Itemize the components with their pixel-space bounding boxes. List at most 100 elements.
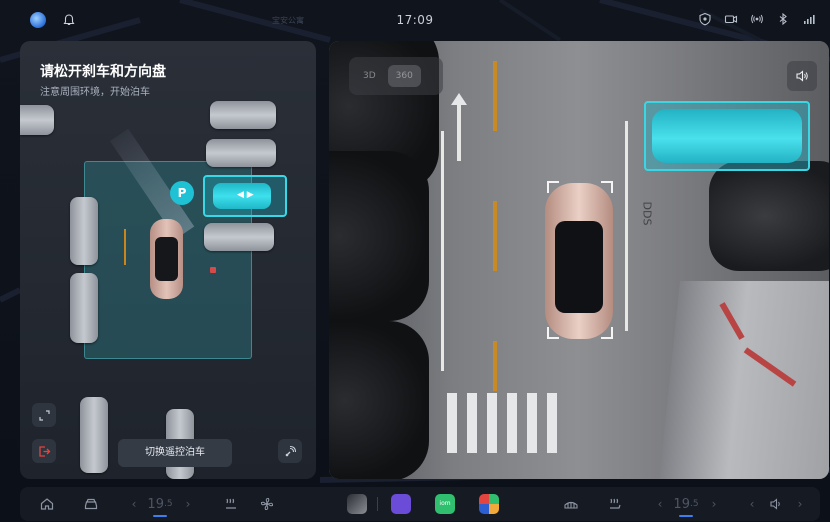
ego-frame-corner — [547, 181, 559, 193]
camera-parked-car — [709, 161, 829, 271]
switch-remote-parking-button[interactable]: 切换遥控泊车 — [118, 439, 232, 467]
parked-car — [20, 105, 54, 135]
ego-frame-corner — [601, 181, 613, 193]
speaker-icon — [770, 498, 780, 510]
right-temp-increase[interactable]: › — [704, 487, 724, 521]
expand-view-button[interactable] — [32, 403, 56, 427]
camera-parked-car — [329, 151, 429, 321]
left-temp-decrease[interactable]: ‹ — [124, 487, 144, 521]
seat-heat-icon — [610, 498, 621, 509]
parked-car — [204, 223, 274, 251]
chevron-left-icon: ‹ — [657, 497, 663, 511]
cellular-signal-icon — [804, 15, 815, 24]
defrost-icon — [564, 501, 578, 509]
app-grid[interactable] — [476, 487, 502, 521]
camera-parked-car — [329, 321, 429, 479]
yellow-lane-line — [493, 201, 497, 271]
status-right — [698, 12, 816, 26]
ego-frame-corner — [547, 327, 559, 339]
seat-heat-button[interactable] — [218, 487, 244, 521]
fan-button[interactable] — [254, 487, 280, 521]
target-parking-slot[interactable]: ◀ ▶ — [203, 175, 287, 217]
panel-title: 请松开刹车和方向盘 — [40, 64, 166, 80]
app-music[interactable] — [388, 487, 414, 521]
parking-panel: 请松开刹车和方向盘 注意周围环境，开始泊车 ◀ ▶ P 切换遥控泊车 — [20, 41, 316, 479]
right-temp-decrease[interactable]: ‹ — [650, 487, 670, 521]
music-app-icon — [391, 494, 411, 514]
lane-mark — [124, 229, 126, 265]
camera-target-slot[interactable] — [644, 101, 810, 171]
crosswalk-stripe — [527, 393, 537, 453]
camera-sound-button[interactable] — [787, 61, 817, 91]
right-temp-display: 19 .5 — [670, 487, 702, 521]
tab-360[interactable]: 360 — [387, 65, 421, 87]
crosswalk-stripe — [467, 393, 477, 453]
status-bar: 宝安公寓 17:09 — [0, 0, 830, 40]
app-iom[interactable]: iom — [432, 487, 458, 521]
ego-vehicle — [150, 219, 183, 299]
obstacle-marker — [210, 267, 216, 273]
chevron-right-icon: › — [185, 497, 191, 511]
lane-line — [625, 121, 628, 331]
camera-target-car — [652, 109, 802, 163]
right-temp-value: 19 — [673, 496, 690, 512]
left-temp-display: 19 .5 — [144, 487, 176, 521]
bluetooth-icon — [779, 12, 787, 26]
crosswalk-stripe — [547, 393, 557, 453]
volume-decrease[interactable]: ‹ — [742, 487, 762, 521]
camera-view-tabs: 3D 360 — [349, 57, 443, 95]
yellow-lane-line — [493, 61, 497, 131]
exit-icon — [38, 445, 50, 457]
tab-3d[interactable]: 3D — [355, 65, 384, 87]
chevron-left-icon: ‹ — [749, 497, 755, 511]
crosswalk-stripe — [447, 393, 457, 453]
defrost-button[interactable] — [558, 487, 584, 521]
ego-frame-corner — [601, 327, 613, 339]
left-temp-increase[interactable]: › — [178, 487, 198, 521]
media-thumbnail[interactable] — [346, 487, 368, 521]
yellow-lane-line — [493, 341, 497, 391]
right-seat-heat-button[interactable] — [602, 487, 628, 521]
surround-camera-view: DDS 3D 360 — [329, 41, 829, 479]
volume-increase[interactable]: › — [790, 487, 810, 521]
remote-signal-icon — [285, 445, 296, 456]
chevron-right-icon: › — [711, 497, 717, 511]
camera-truck — [657, 281, 829, 479]
fan-icon — [260, 497, 274, 511]
bottom-dock: ‹ 19 .5 › iom ‹ 19 .5 › ‹ › — [20, 487, 820, 521]
left-temp-value: 19 — [147, 496, 164, 512]
road-marking-text: DDS — [640, 201, 654, 226]
media-thumbnail-image — [347, 494, 367, 514]
vehicle-button[interactable] — [78, 487, 104, 521]
home-button[interactable] — [34, 487, 60, 521]
parked-car — [80, 397, 108, 473]
road-arrow-icon — [451, 93, 467, 105]
expand-icon — [38, 409, 50, 421]
exit-parking-button[interactable] — [32, 439, 56, 463]
dashcam-icon — [724, 15, 738, 24]
parked-car — [206, 139, 276, 167]
temp-indicator — [679, 515, 693, 517]
iom-app-icon: iom — [435, 494, 455, 514]
ego-vehicle-roof — [155, 237, 178, 281]
apps-grid-icon — [479, 494, 499, 514]
panel-subtitle: 注意周围环境，开始泊车 — [40, 87, 150, 98]
parked-car — [70, 273, 98, 343]
shield-icon — [699, 12, 711, 26]
parked-car — [210, 101, 276, 129]
camera-ego-vehicle — [545, 183, 613, 339]
slot-arrows-icon: ◀ ▶ — [237, 190, 254, 200]
remote-control-button[interactable] — [278, 439, 302, 463]
camera-ego-roof — [555, 221, 603, 313]
screen: 宝安公寓 17:09 请松开刹车和方向盘 注意周围环境，开始泊车 ◀ ▶ P 切… — [0, 0, 830, 522]
car-icon — [84, 498, 98, 510]
temp-indicator — [153, 515, 167, 517]
parked-car — [70, 197, 98, 265]
signal-broadcast-icon — [751, 14, 763, 24]
half-degree-glyph: .5 — [689, 499, 699, 509]
speaker-icon — [796, 70, 808, 82]
chevron-left-icon: ‹ — [131, 497, 137, 511]
chevron-right-icon: › — [797, 497, 803, 511]
volume-button[interactable] — [764, 487, 788, 521]
half-degree-glyph: .5 — [163, 499, 173, 509]
